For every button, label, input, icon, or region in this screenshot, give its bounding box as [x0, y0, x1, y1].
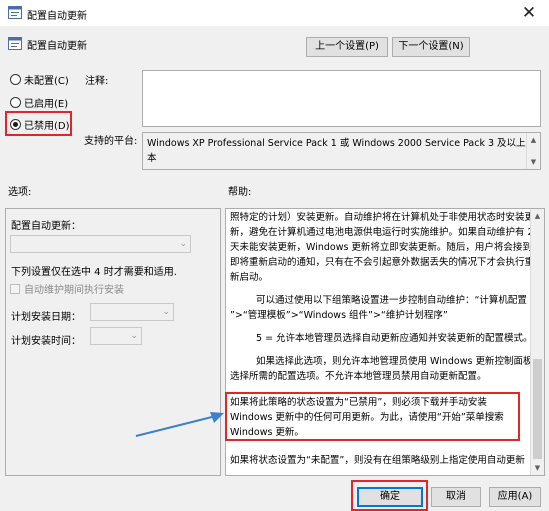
help-line: 可以通过使用以下组策略设置进一步控制自动维护：“计算机配置: [256, 295, 527, 306]
install-time-label: 计划安装时间：: [11, 336, 81, 347]
cancel-button[interactable]: 取消: [431, 487, 481, 507]
chevron-down-icon: ⌄: [130, 331, 138, 341]
chevron-down-icon: ⌄: [162, 307, 170, 317]
comment-label: 注释:: [85, 76, 109, 87]
policy-name: 配置自动更新: [27, 41, 87, 52]
install-time-dropdown[interactable]: ⌄: [90, 327, 142, 345]
maintenance-checkbox[interactable]: 自动维护期间执行安装: [10, 281, 124, 296]
radio-label: 已启用(E): [24, 98, 69, 110]
help-line: 如果选择此选项，则允许本地管理员使用 Windows 更新控制面板: [256, 356, 533, 367]
platform-field: Windows XP Professional Service Pack 1 或…: [142, 132, 541, 170]
radio-label: 未配置(C): [24, 75, 69, 87]
radio-indicator[interactable]: [10, 96, 21, 108]
close-icon[interactable]: ✕: [514, 2, 544, 24]
help-line: 新启动。: [230, 272, 269, 283]
next-setting-button[interactable]: 下一个设置(N): [392, 37, 470, 57]
radio-not-configured[interactable]: 未配置(C): [10, 71, 69, 87]
radio-indicator[interactable]: [10, 73, 21, 85]
options-note: 下列设置仅在选中 4 时才需要和适用.: [11, 267, 177, 278]
comment-textarea[interactable]: [142, 70, 541, 127]
scroll-thumb[interactable]: [533, 359, 542, 459]
window-title: 配置自动更新: [27, 11, 87, 22]
options-section-label: 选项:: [8, 187, 32, 198]
scroll-up-icon[interactable]: ▲: [527, 133, 540, 147]
annotation-arrow-icon: [135, 412, 224, 437]
disabled-description-highlight: [225, 392, 520, 441]
help-line: 如果将状态设置为“未配置”，则没有在组策略级别上指定使用自动更新: [230, 455, 525, 466]
configure-updates-dropdown[interactable]: ⌄: [10, 235, 191, 253]
title-bar[interactable]: 配置自动更新 ✕: [0, 0, 549, 26]
disabled-highlight-box: [5, 111, 72, 136]
help-line: 选择所需的配置选项。不允许本地管理员禁用自动更新配置。: [230, 371, 487, 382]
install-day-label: 计划安装日期：: [11, 312, 81, 323]
install-day-dropdown[interactable]: ⌄: [90, 303, 174, 321]
radio-enabled[interactable]: 已启用(E): [10, 94, 68, 110]
help-line: ”>“管理模板”>“Windows 组件”>“维护计划程序”: [230, 310, 448, 321]
apply-button[interactable]: 应用(A): [489, 487, 541, 507]
checkbox-box[interactable]: [10, 283, 20, 294]
ok-highlight-box: [351, 480, 428, 511]
platform-label: 支持的平台:: [84, 136, 138, 147]
scroll-down-icon[interactable]: ▼: [527, 155, 540, 169]
help-line: 5 = 允许本地管理员选择自动更新应通知并安装更新的配置模式。: [256, 333, 533, 344]
help-line: 照特定的计划）安装更新。自动维护将在计算机处于非使用状态时安装更: [230, 212, 535, 223]
maintenance-label: 自动维护期间执行安装: [24, 285, 124, 296]
help-section-label: 帮助:: [228, 187, 252, 198]
help-line: 天未能安装更新，Windows 更新将立即安装更新。随后，用户将会接到: [230, 242, 532, 253]
help-line: 即将重新启动的通知，只有在不会引起意外数据丢失的情况下才会执行重: [230, 257, 535, 268]
policy-settings-icon: [8, 37, 22, 50]
previous-setting-button[interactable]: 上一个设置(P): [306, 37, 388, 57]
scroll-down-icon[interactable]: ▼: [531, 461, 544, 475]
help-line: 新，避免在计算机通过电池电源供电运行时实施维护。如果自动维护有 2: [230, 227, 534, 238]
scroll-up-icon[interactable]: ▲: [531, 209, 544, 223]
policy-settings-icon: [8, 6, 22, 19]
platform-scrollbar[interactable]: ▲ ▼: [526, 133, 540, 169]
help-scrollbar[interactable]: ▲ ▼: [530, 209, 544, 475]
configure-updates-label: 配置自动更新：: [11, 221, 81, 232]
chevron-down-icon: ⌄: [179, 239, 187, 249]
platform-value-line: 本: [147, 153, 157, 164]
platform-value-line: Windows XP Professional Service Pack 1 或…: [147, 138, 536, 149]
